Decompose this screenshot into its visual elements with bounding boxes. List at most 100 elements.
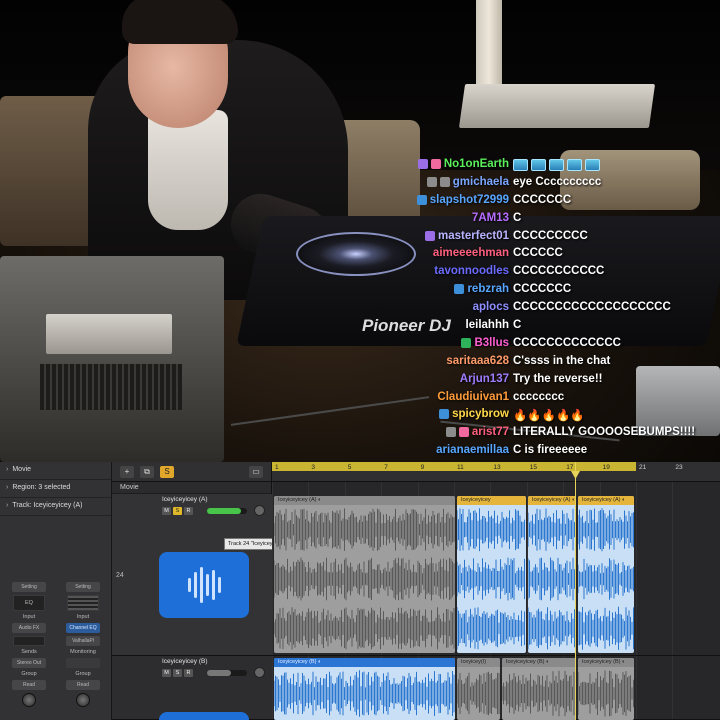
bar-number: 1: [275, 464, 279, 471]
audio-region[interactable]: Iceyiceyicey (A) ◐: [528, 496, 576, 653]
inspector-row[interactable]: › Region: 3 selected: [0, 480, 111, 498]
volume-level: [207, 670, 231, 676]
chat-username[interactable]: tavonnoodles: [434, 265, 509, 277]
bar-number: 11: [457, 464, 464, 471]
automation-read-button[interactable]: Read: [12, 680, 46, 690]
track-lane[interactable]: Iceyiceyicey (B) ◐ Iceyicey(I) Iceyiceyi…: [272, 656, 720, 720]
eq-display[interactable]: [67, 595, 99, 611]
chat-username[interactable]: leilahhh: [466, 319, 509, 331]
channel-eq-plugin[interactable]: Channel EQ: [66, 623, 100, 633]
record-enable-button[interactable]: R: [184, 507, 193, 515]
volume-slider[interactable]: [207, 670, 247, 676]
valhalla-plugin[interactable]: ValhallaPl: [66, 636, 100, 646]
audio-region[interactable]: Iceyiceyicey: [457, 496, 526, 653]
chat-author-block: slapshot72999: [416, 194, 509, 206]
setting-button[interactable]: Setting: [66, 582, 100, 592]
sends-label[interactable]: Sends: [4, 649, 54, 655]
group-label[interactable]: Group: [4, 671, 54, 677]
chat-username[interactable]: Claudiuivan1: [437, 391, 509, 403]
movie-window-icon[interactable]: ▭: [249, 465, 263, 478]
group-label[interactable]: Group: [58, 671, 108, 677]
track-name[interactable]: Iceyiceyicey (B): [162, 658, 208, 665]
user-badge-icon: [425, 230, 436, 241]
add-track-button[interactable]: +: [120, 465, 134, 478]
setting-button[interactable]: Setting: [12, 582, 46, 592]
solo-button[interactable]: S: [173, 507, 182, 515]
chat-message: gmichaela eye Cccccccccc: [340, 175, 720, 193]
pan-knob[interactable]: [22, 693, 36, 707]
bar-ruler[interactable]: 1 3 5 7 9 11 13 15 17 19 21 23: [272, 462, 720, 482]
track-solo-mode-button[interactable]: S: [160, 465, 174, 478]
track-lane[interactable]: Iceyiceyicey (A) ◐ Iceyiceyicey Iceyicey…: [272, 494, 720, 656]
output-button[interactable]: Stereo Out: [12, 658, 46, 668]
chat-message: slapshot72999 CCCCCCC: [340, 193, 720, 211]
audio-region[interactable]: Iceyiceyicey (A) ◐: [578, 496, 634, 653]
user-badge-icon: [426, 176, 437, 187]
user-badge-icon: [461, 337, 472, 348]
chat-username[interactable]: Arjun137: [460, 373, 509, 385]
volume-slider[interactable]: [207, 508, 247, 514]
chat-username[interactable]: aplocs: [473, 301, 509, 313]
region-waveform: [578, 508, 634, 650]
empty-slot[interactable]: [66, 658, 100, 668]
audio-region[interactable]: Iceyiceyicey (B) ◐: [578, 658, 634, 720]
solo-button[interactable]: S: [173, 669, 182, 677]
cycle-region[interactable]: [272, 462, 636, 471]
pan-knob[interactable]: [76, 693, 90, 707]
mute-button[interactable]: M: [162, 507, 171, 515]
chat-username[interactable]: No1onEarth: [444, 158, 509, 170]
audio-region[interactable]: Iceyiceyicey (B) ◐: [274, 658, 455, 720]
playhead[interactable]: [575, 462, 576, 720]
chat-text: LITERALLY GOOOOSEBUMPS!!!!: [513, 426, 696, 439]
user-badge-icon: [454, 284, 465, 295]
track-headers: + ⧉ S ▭ Movie Iceyiceyicey (A) M S R 24 …: [112, 462, 298, 720]
chat-username[interactable]: saritaaa628: [446, 355, 509, 367]
automation-read-button[interactable]: Read: [66, 680, 100, 690]
track-name[interactable]: Iceyiceyicey (A): [162, 496, 208, 503]
audio-region[interactable]: Iceyiceyicey (B) ◐: [502, 658, 576, 720]
movie-track-label: Movie: [112, 482, 271, 494]
duplicate-track-button[interactable]: ⧉: [140, 465, 154, 478]
region-waveform: [274, 508, 455, 650]
audio-fx-slot[interactable]: Audio FX: [12, 623, 46, 633]
emote-icon: [513, 159, 528, 171]
chat-message: arianaemillaa C is fireeeeee: [340, 443, 720, 461]
chat-username[interactable]: aimeeeehman: [433, 247, 509, 259]
bar-number: 17: [566, 464, 574, 471]
audio-region[interactable]: Iceyiceyicey (A) ◐: [274, 496, 455, 653]
chat-username[interactable]: spicybrow: [452, 408, 509, 420]
pan-knob[interactable]: [254, 505, 265, 516]
region-waveform: [502, 670, 576, 717]
chat-message: No1onEarth: [340, 157, 720, 175]
input-label[interactable]: Input: [4, 614, 54, 620]
chat-username[interactable]: gmichaela: [453, 176, 509, 188]
user-badge-icon: [458, 427, 469, 438]
chat-username[interactable]: slapshot72999: [430, 194, 509, 206]
bar-number: 3: [311, 464, 316, 471]
chat-username[interactable]: B3llus: [474, 337, 509, 349]
track-buttons: M S R: [162, 507, 193, 515]
audio-region[interactable]: Iceyicey(I): [457, 658, 500, 720]
track-row[interactable]: Iceyiceyicey (A) M S R 24: [112, 494, 272, 656]
chat-username[interactable]: masterfect01: [438, 230, 509, 242]
user-badge-icon: [445, 427, 456, 438]
eq-display[interactable]: EQ: [13, 595, 45, 611]
monitoring-label[interactable]: Monitoring: [58, 649, 108, 655]
chat-username[interactable]: 7AM13: [472, 212, 509, 224]
record-enable-button[interactable]: R: [184, 669, 193, 677]
inspector-row-label: Track: Iceyiceyicey (A): [12, 502, 83, 509]
arrange-area[interactable]: 1 3 5 7 9 11 13 15 17 19 21 23 Iceyiceyicey (A) ◐ I…: [272, 462, 720, 720]
inspector-row[interactable]: › Movie: [0, 462, 111, 480]
chat-username[interactable]: arianaemillaa: [436, 444, 509, 456]
emote-icon: [585, 159, 600, 171]
mute-button[interactable]: M: [162, 669, 171, 677]
chat-username[interactable]: arist77: [472, 426, 509, 438]
input-label[interactable]: Input: [58, 614, 108, 620]
inspector-row[interactable]: › Track: Iceyiceyicey (A): [0, 498, 111, 516]
empty-slot[interactable]: [13, 636, 45, 646]
chat-text: CCCCCCC: [513, 283, 572, 296]
chat-username[interactable]: rebzrah: [467, 283, 509, 295]
pan-knob[interactable]: [254, 667, 265, 678]
chat-author-block: spicybrow: [439, 408, 509, 420]
track-row[interactable]: Iceyiceyicey (B) M S R: [112, 656, 272, 720]
